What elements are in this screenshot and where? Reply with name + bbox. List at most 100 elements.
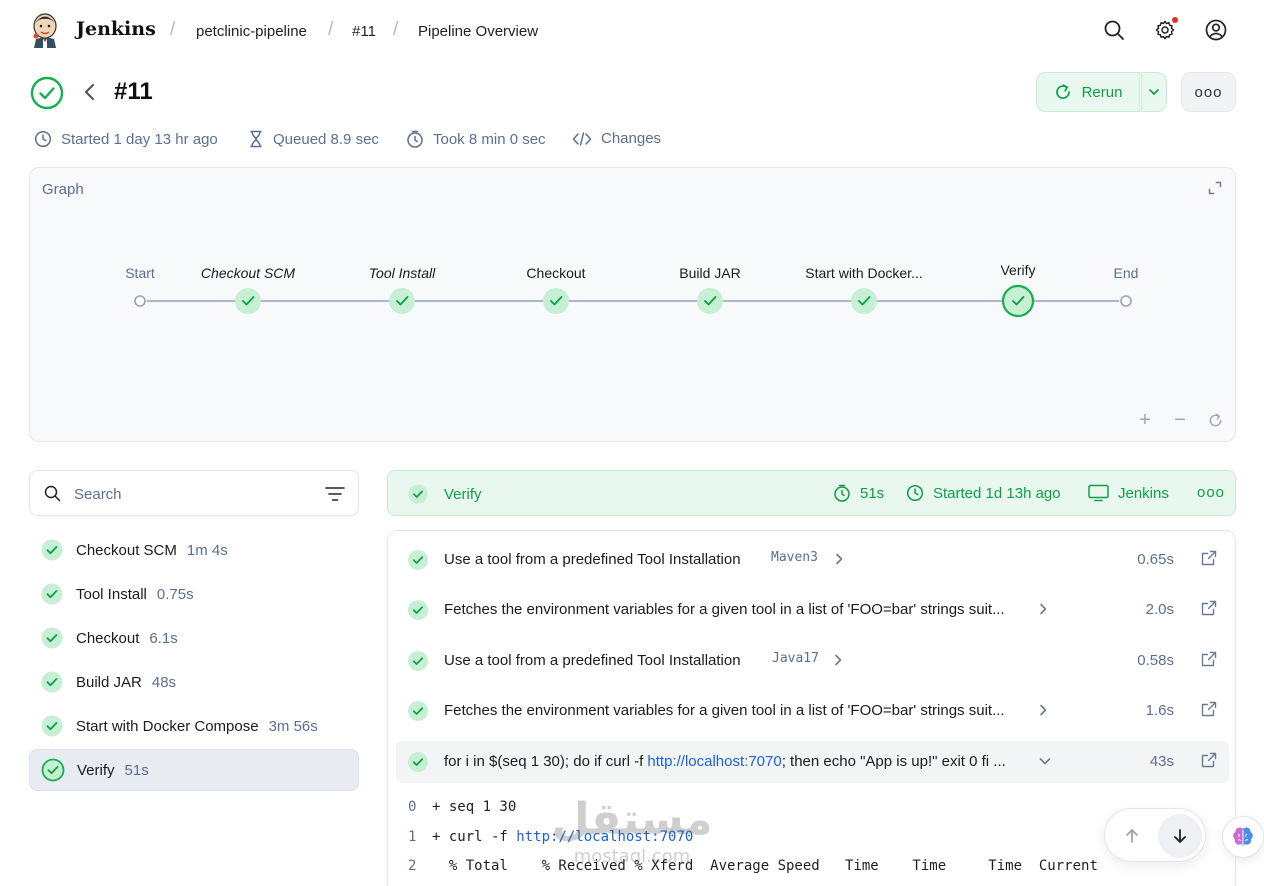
breadcrumb-build[interactable]: #11 bbox=[352, 23, 376, 40]
success-check-icon bbox=[41, 671, 63, 693]
back-chevron-icon[interactable] bbox=[80, 81, 100, 103]
graph-node-build-jar[interactable] bbox=[697, 288, 723, 314]
chevron-right-icon[interactable] bbox=[832, 552, 846, 566]
step-row[interactable]: Use a tool from a predefined Tool Instal… bbox=[396, 640, 1229, 682]
graph-label[interactable]: Tool Install bbox=[369, 265, 435, 281]
run-more-button[interactable]: ooo bbox=[1181, 72, 1236, 112]
step-row[interactable]: Fetches the environment variables for a … bbox=[396, 589, 1229, 631]
breadcrumb-page[interactable]: Pipeline Overview bbox=[418, 23, 538, 40]
graph-node-start-with-docker[interactable] bbox=[851, 288, 877, 314]
step-text: Use a tool from a predefined Tool Instal… bbox=[444, 551, 741, 568]
clock-icon bbox=[34, 130, 52, 148]
log-text: % Total % Received % Xferd Average Speed… bbox=[432, 858, 1098, 874]
meta-changes-link[interactable]: Changes bbox=[572, 130, 661, 147]
brand-name[interactable]: Jenkins bbox=[76, 18, 156, 40]
code-icon bbox=[572, 131, 592, 146]
filter-icon[interactable] bbox=[325, 486, 345, 502]
zoom-out-button[interactable]: − bbox=[1171, 409, 1189, 431]
arrow-up-icon bbox=[1126, 829, 1138, 843]
stage-more-button[interactable]: ooo bbox=[1197, 484, 1225, 501]
stage-list-duration: 1m 4s bbox=[186, 541, 228, 559]
step-row[interactable]: Use a tool from a predefined Tool Instal… bbox=[396, 539, 1229, 581]
stage-list-item[interactable]: Start with Docker Compose 3m 56s bbox=[29, 705, 359, 747]
step-tool-tag: Maven3 bbox=[771, 550, 818, 565]
stage-search bbox=[29, 470, 359, 516]
breadcrumb-separator: / bbox=[170, 19, 176, 40]
stage-list-item[interactable]: Checkout SCM 1m 4s bbox=[29, 529, 359, 571]
graph-node-verify[interactable] bbox=[1001, 284, 1035, 318]
gear-icon[interactable] bbox=[1152, 17, 1178, 43]
open-external-icon[interactable] bbox=[1201, 550, 1217, 566]
stage-list-duration: 48s bbox=[151, 673, 177, 691]
meta-queued: Queued 8.9 sec bbox=[248, 130, 379, 148]
log-text: + curl -f bbox=[432, 829, 517, 845]
stage-list-duration: 0.75s bbox=[156, 585, 194, 603]
stage-list-duration: 3m 56s bbox=[268, 717, 318, 735]
stage-list-item[interactable]: Checkout 6.1s bbox=[29, 617, 359, 659]
chevron-right-icon[interactable] bbox=[831, 653, 845, 667]
success-check-icon bbox=[408, 484, 428, 504]
breadcrumb-separator: / bbox=[328, 19, 334, 40]
graph-label[interactable]: Build JAR bbox=[679, 265, 740, 281]
chevron-down-icon bbox=[1149, 89, 1159, 95]
breadcrumb-separator: / bbox=[393, 19, 399, 40]
graph-label[interactable]: Start with Docker... bbox=[805, 265, 922, 281]
chevron-right-icon[interactable] bbox=[1036, 602, 1050, 616]
step-row[interactable]: Fetches the environment variables for a … bbox=[396, 690, 1229, 732]
rerun-label: Rerun bbox=[1081, 83, 1123, 101]
ai-assistant-button[interactable] bbox=[1222, 816, 1264, 858]
search-icon[interactable] bbox=[1101, 17, 1127, 43]
open-external-icon[interactable] bbox=[1201, 701, 1217, 717]
graph-label[interactable]: Checkout SCM bbox=[201, 265, 295, 281]
graph-label[interactable]: Checkout bbox=[526, 265, 585, 281]
stage-list-name: Checkout bbox=[76, 629, 140, 647]
meta-started: Started 1 day 13 hr ago bbox=[34, 130, 218, 148]
stage-detail-agent[interactable]: Jenkins bbox=[1088, 484, 1169, 502]
stage-list-duration: 6.1s bbox=[149, 629, 178, 647]
step-row[interactable]: for i in $(seq 1 30); do if curl -f http… bbox=[396, 741, 1229, 783]
open-external-icon[interactable] bbox=[1201, 651, 1217, 667]
stage-list-item[interactable]: Tool Install 0.75s bbox=[29, 573, 359, 615]
log-line: 1 + curl -f http://localhost:7070 bbox=[408, 829, 693, 845]
success-check-icon bbox=[41, 715, 63, 737]
scroll-down-button[interactable] bbox=[1158, 814, 1202, 858]
breadcrumb-job[interactable]: petclinic-pipeline bbox=[196, 23, 307, 40]
rerun-button[interactable]: Rerun bbox=[1036, 72, 1140, 112]
computer-icon bbox=[1088, 484, 1109, 502]
timer-icon bbox=[834, 484, 850, 502]
chevron-right-icon[interactable] bbox=[1036, 703, 1050, 717]
graph-label[interactable]: Verify bbox=[1000, 262, 1035, 278]
log-link[interactable]: http://localhost:7070 bbox=[516, 829, 693, 845]
scroll-up-button[interactable] bbox=[1110, 814, 1154, 858]
stage-list-item[interactable]: Verify 51s bbox=[29, 749, 359, 791]
jenkins-logo-icon[interactable] bbox=[30, 12, 60, 48]
meta-took: Took 8 min 0 sec bbox=[406, 130, 546, 148]
open-external-icon[interactable] bbox=[1201, 600, 1217, 616]
chevron-down-icon[interactable] bbox=[1038, 754, 1052, 768]
graph-node-tool-install[interactable] bbox=[389, 288, 415, 314]
step-text: Fetches the environment variables for a … bbox=[444, 702, 1005, 719]
step-link[interactable]: http://localhost:7070 bbox=[647, 753, 781, 770]
graph-node-checkout-scm[interactable] bbox=[235, 288, 261, 314]
step-duration: 2.0s bbox=[1145, 601, 1174, 618]
zoom-in-button[interactable]: + bbox=[1136, 409, 1154, 431]
log-text: + seq 1 30 bbox=[432, 799, 517, 815]
graph-label: Start bbox=[125, 265, 155, 281]
stage-list-item[interactable]: Build JAR 48s bbox=[29, 661, 359, 703]
graph-node-checkout[interactable] bbox=[543, 288, 569, 314]
stage-list-duration: 51s bbox=[124, 761, 149, 779]
notification-dot bbox=[1172, 17, 1178, 23]
open-external-icon[interactable] bbox=[1201, 752, 1217, 768]
stage-detail-agent-text: Jenkins bbox=[1118, 484, 1169, 502]
log-line: 2 % Total % Received % Xferd Average Spe… bbox=[408, 858, 1098, 874]
rerun-dropdown-button[interactable] bbox=[1141, 72, 1167, 112]
rerun-icon bbox=[1055, 84, 1070, 99]
step-text-part: ; then echo "App is up!" exit 0 fi ... bbox=[781, 753, 1006, 770]
log-line-number: 0 bbox=[408, 799, 417, 815]
reset-zoom-icon[interactable] bbox=[1206, 411, 1224, 429]
stage-search-input[interactable] bbox=[74, 482, 304, 506]
timer-icon bbox=[407, 130, 423, 148]
user-icon[interactable] bbox=[1203, 17, 1229, 43]
stage-list-name: Verify bbox=[77, 761, 115, 779]
top-bar: Jenkins / petclinic-pipeline / #11 / Pip… bbox=[0, 0, 1264, 62]
